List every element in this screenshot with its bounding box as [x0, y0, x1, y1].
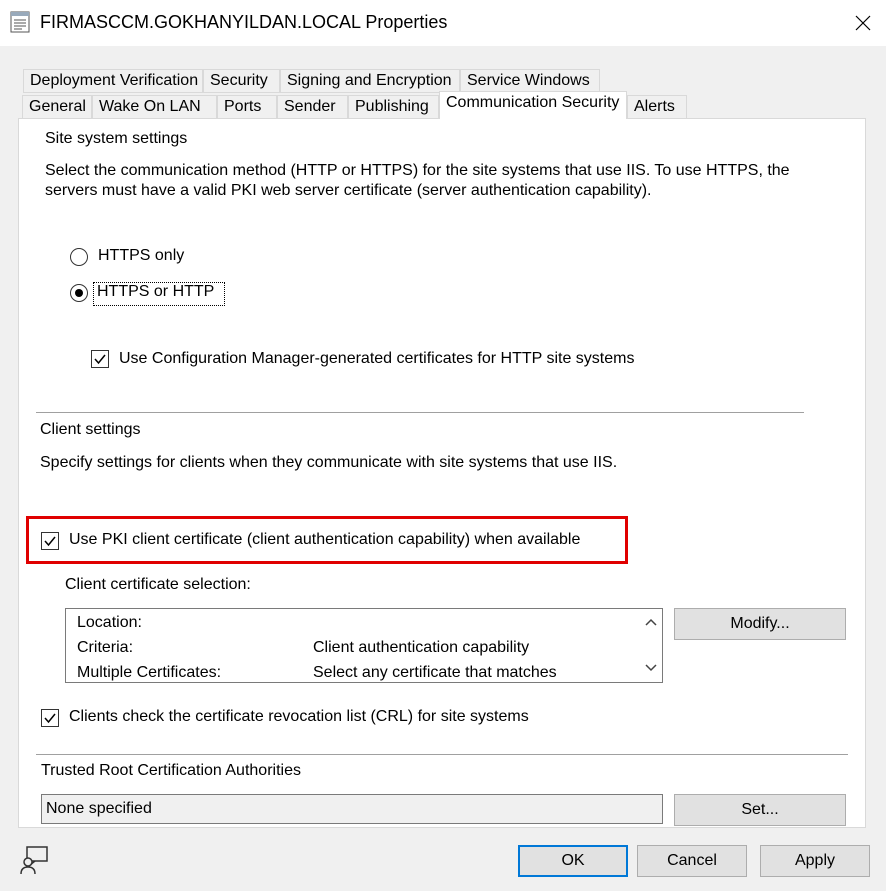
- list-item: Location:: [77, 614, 142, 631]
- https-only-radio[interactable]: [70, 248, 88, 266]
- trusted-root-field[interactable]: None specified: [41, 794, 663, 824]
- use-pki-label[interactable]: Use PKI client certificate (client authe…: [69, 531, 580, 549]
- section-divider: [36, 754, 848, 755]
- use-cm-certs-checkbox[interactable]: [91, 350, 109, 368]
- modify-button[interactable]: Modify...: [674, 608, 846, 640]
- cert-selection-label: Client certificate selection:: [65, 576, 251, 593]
- https-or-http-label[interactable]: HTTPS or HTTP: [97, 283, 214, 301]
- client-settings-description: Specify settings for clients when they c…: [40, 454, 618, 471]
- chevron-down-icon: [645, 664, 657, 672]
- use-cm-certs-label[interactable]: Use Configuration Manager-generated cert…: [119, 350, 634, 368]
- use-pki-checkbox[interactable]: [41, 532, 59, 550]
- list-item: Criteria: Client authentication capabilit…: [77, 639, 530, 656]
- chevron-up-icon: [645, 618, 657, 626]
- scroll-up-button[interactable]: [640, 611, 662, 633]
- set-button[interactable]: Set...: [674, 794, 846, 826]
- scroll-down-button[interactable]: [640, 657, 662, 679]
- crl-label[interactable]: Clients check the certificate revocation…: [69, 708, 529, 726]
- site-system-description-line2: servers must have a valid PKI web server…: [45, 182, 652, 199]
- crl-checkbox[interactable]: [41, 709, 59, 727]
- checkmark-icon: [94, 354, 106, 365]
- section-divider: [36, 412, 804, 413]
- checkmark-icon: [44, 536, 56, 547]
- site-system-description-line1: Select the communication method (HTTP or…: [45, 162, 790, 179]
- checkmark-icon: [44, 713, 56, 724]
- cert-selection-list[interactable]: Location: Criteria: Client authentication…: [65, 608, 663, 683]
- client-settings-heading: Client settings: [40, 421, 141, 438]
- https-only-label[interactable]: HTTPS only: [98, 247, 184, 265]
- trusted-root-heading: Trusted Root Certification Authorities: [41, 762, 301, 779]
- https-or-http-radio[interactable]: [70, 284, 88, 302]
- list-item: Multiple Certificates: Select any certifi…: [77, 664, 557, 681]
- site-system-heading: Site system settings: [45, 130, 188, 147]
